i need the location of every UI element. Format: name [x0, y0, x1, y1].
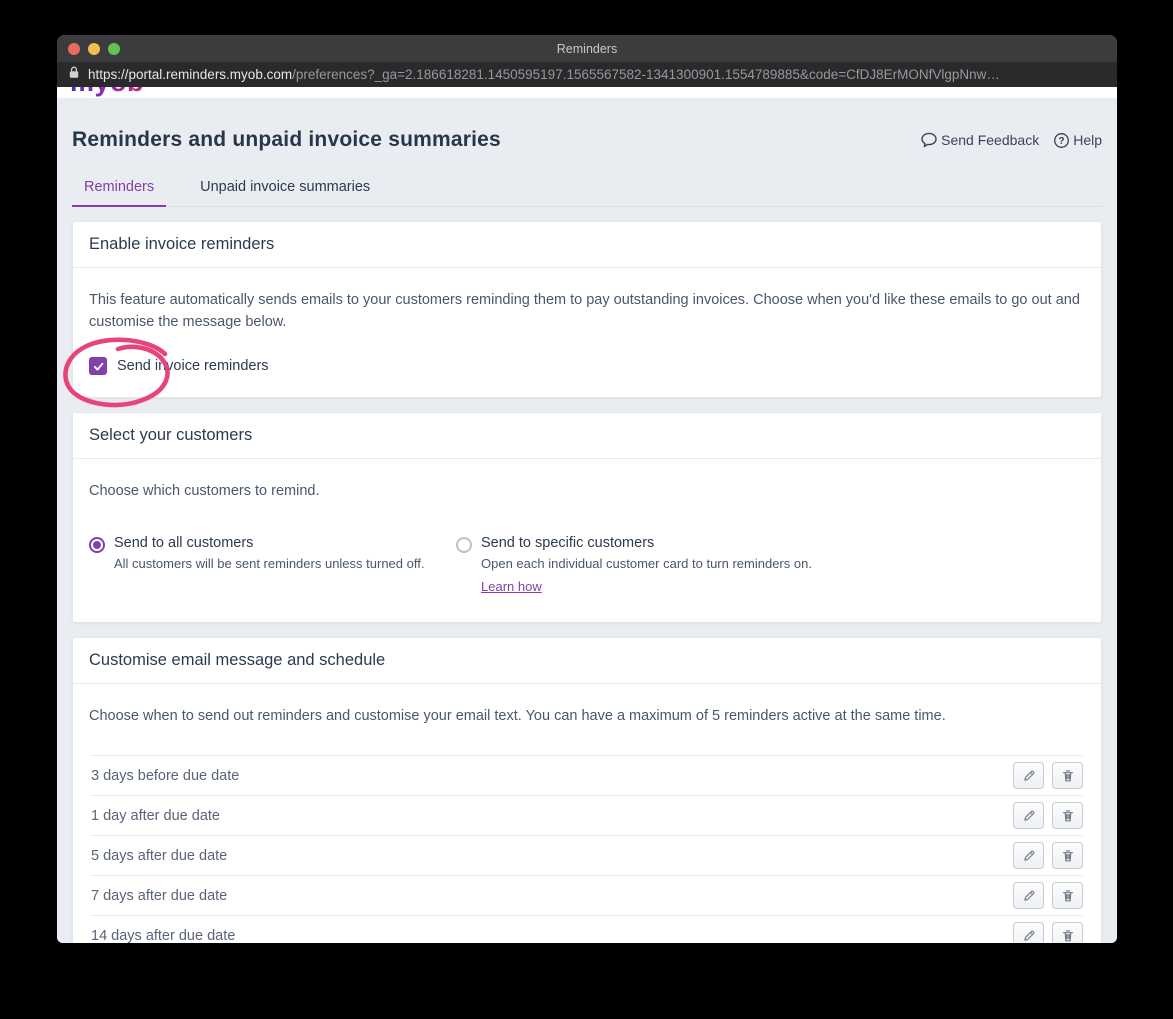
customers-card-description: Choose which customers to remind. — [89, 483, 320, 499]
send-feedback-label: Send Feedback — [941, 132, 1040, 148]
url-host: https://portal.reminders.myob.com — [88, 67, 293, 82]
site-logo-strip: myob — [57, 87, 1117, 98]
edit-reminder-button[interactable] — [1013, 922, 1044, 943]
page-title: Reminders and unpaid invoice summaries — [72, 128, 501, 151]
delete-reminder-button[interactable] — [1052, 922, 1083, 943]
tab-reminders[interactable]: Reminders — [72, 179, 167, 207]
option-all-label: Send to all customers — [114, 534, 254, 551]
zoom-window-button[interactable] — [108, 43, 120, 55]
svg-text:?: ? — [1059, 135, 1065, 146]
edit-reminder-button[interactable] — [1013, 882, 1044, 909]
checkmark-icon — [93, 362, 103, 371]
delete-reminder-button[interactable] — [1052, 842, 1083, 869]
edit-reminder-button[interactable] — [1013, 842, 1044, 869]
tab-unpaid-invoice-summaries[interactable]: Unpaid invoice summaries — [188, 179, 382, 206]
select-your-customers-card: Select your customers Choose which custo… — [72, 412, 1102, 623]
trash-icon — [1062, 849, 1073, 861]
reminder-row-label: 1 day after due date — [91, 807, 220, 824]
reminder-row-actions — [1013, 802, 1083, 829]
option-texts: Send to all customers All customers will… — [114, 535, 424, 596]
enable-card-description: This feature automatically sends emails … — [89, 292, 1080, 330]
edit-reminder-button[interactable] — [1013, 762, 1044, 789]
radio-send-to-specific-customers[interactable] — [456, 536, 472, 553]
speech-bubble-icon — [920, 131, 938, 149]
send-feedback-link[interactable]: Send Feedback — [920, 131, 1039, 149]
trash-icon — [1062, 889, 1073, 901]
reminder-row-label: 7 days after due date — [91, 887, 228, 904]
browser-window: Reminders https://portal.reminders.myob.… — [57, 35, 1117, 943]
edit-reminder-button[interactable] — [1013, 802, 1044, 829]
browser-address-bar[interactable]: https://portal.reminders.myob.com/prefer… — [57, 62, 1117, 87]
reminder-row: 7 days after due date — [91, 876, 1083, 916]
question-circle-icon: ? — [1053, 132, 1070, 149]
trash-icon — [1062, 929, 1073, 941]
enable-card-title: Enable invoice reminders — [73, 222, 1101, 268]
pencil-icon — [1023, 890, 1034, 901]
customers-card-body: Choose which customers to remind. Send t… — [73, 459, 1101, 622]
trash-icon — [1062, 809, 1073, 821]
window-title: Reminders — [556, 41, 618, 56]
help-label: Help — [1073, 132, 1102, 148]
traffic-lights — [68, 43, 120, 55]
option-specific-hint: Open each individual customer card to tu… — [481, 555, 812, 571]
url-path: /preferences?_ga=2.186618281.1450595197.… — [292, 67, 1000, 82]
reminder-row-actions — [1013, 922, 1083, 943]
customers-card-title: Select your customers — [73, 413, 1101, 459]
trash-icon — [1062, 769, 1073, 781]
customise-email-schedule-card: Customise email message and schedule Cho… — [72, 636, 1102, 943]
lock-icon — [69, 66, 79, 84]
reminder-row-actions — [1013, 842, 1083, 869]
reminder-row-label: 3 days before due date — [91, 767, 240, 784]
customer-options: Send to all customers All customers will… — [89, 535, 1085, 600]
help-link[interactable]: ? Help — [1053, 132, 1102, 149]
option-send-to-specific-customers[interactable]: Send to specific customers Open each ind… — [456, 535, 812, 596]
option-specific-label: Send to specific customers — [481, 534, 655, 551]
pencil-icon — [1023, 770, 1034, 781]
radio-send-to-all-customers[interactable] — [89, 536, 105, 553]
reminder-row: 3 days before due date — [91, 756, 1083, 796]
enable-invoice-reminders-card: Enable invoice reminders This feature au… — [63, 221, 1102, 408]
reminder-row: 5 days after due date — [91, 836, 1083, 876]
delete-reminder-button[interactable] — [1052, 762, 1083, 789]
minimize-window-button[interactable] — [88, 43, 100, 55]
schedule-card-title: Customise email message and schedule — [73, 638, 1101, 684]
schedule-card-description: Choose when to send out reminders and cu… — [89, 707, 946, 724]
window-titlebar: Reminders — [57, 35, 1117, 62]
send-invoice-reminders-checkbox[interactable] — [89, 357, 107, 375]
option-send-to-all-customers[interactable]: Send to all customers All customers will… — [89, 535, 456, 596]
delete-reminder-button[interactable] — [1052, 802, 1083, 829]
send-invoice-reminders-row: Send invoice reminders — [89, 357, 1085, 375]
option-texts: Send to specific customers Open each ind… — [481, 535, 812, 596]
myob-logo[interactable]: myob — [70, 87, 144, 98]
url-text[interactable]: https://portal.reminders.myob.com/prefer… — [88, 67, 1000, 82]
reminder-row-actions — [1013, 882, 1083, 909]
reminder-row-label: 14 days after due date — [91, 927, 236, 944]
reminder-schedule-list: 3 days before due date 1 day after due d… — [91, 755, 1083, 943]
pencil-icon — [1023, 850, 1034, 861]
tab-bar: Reminders Unpaid invoice summaries — [72, 179, 1102, 207]
pencil-icon — [1023, 930, 1034, 941]
send-invoice-reminders-label: Send invoice reminders — [117, 358, 269, 374]
learn-how-link[interactable]: Learn how — [481, 579, 542, 594]
pencil-icon — [1023, 810, 1034, 821]
option-all-hint: All customers will be sent reminders unl… — [114, 555, 425, 571]
enable-card-body: This feature automatically sends emails … — [73, 268, 1101, 397]
header-links: Send Feedback ? Help — [920, 131, 1102, 149]
reminder-row: 14 days after due date — [91, 916, 1083, 943]
reminder-row-label: 5 days after due date — [91, 847, 228, 864]
reminder-row: 1 day after due date — [91, 796, 1083, 836]
reminder-row-actions — [1013, 762, 1083, 789]
desktop-background: { "window": { "title": "Reminders", "url… — [0, 0, 1173, 1019]
schedule-card-body: Choose when to send out reminders and cu… — [73, 684, 1101, 728]
page-header: Reminders and unpaid invoice summaries S… — [72, 128, 1102, 152]
close-window-button[interactable] — [68, 43, 80, 55]
delete-reminder-button[interactable] — [1052, 882, 1083, 909]
page-content: Reminders and unpaid invoice summaries S… — [57, 98, 1117, 943]
